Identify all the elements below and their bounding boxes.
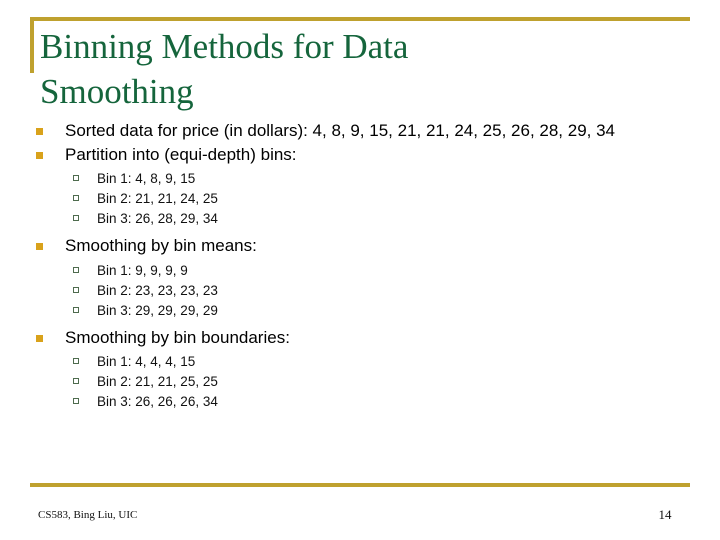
bullet-label: Smoothing by bin means: xyxy=(65,236,257,255)
slide-number: 14 xyxy=(658,507,672,522)
sub-bullet-label: Bin 3: 26, 26, 26, 34 xyxy=(97,394,218,409)
bullet-item-sorted-data: Sorted data for price (in dollars): 4, 8… xyxy=(30,120,690,143)
sub-bullet-item: Bin 1: 4, 4, 4, 15 xyxy=(65,352,690,372)
sub-bullet-list-partition: Bin 1: 4, 8, 9, 15 Bin 2: 21, 21, 24, 25… xyxy=(65,169,690,229)
sub-bullet-marker-icon xyxy=(73,378,79,384)
bullet-label: Sorted data for price (in dollars): 4, 8… xyxy=(65,121,616,140)
sub-bullet-marker-icon xyxy=(73,358,79,364)
sub-bullet-list-bin-means: Bin 1: 9, 9, 9, 9 Bin 2: 23, 23, 23, 23 … xyxy=(65,261,690,321)
sub-bullet-label: Bin 2: 21, 21, 24, 25 xyxy=(97,191,218,206)
slide-page: { "slide": { "title_line1": "Binning Met… xyxy=(0,0,720,540)
bullet-item-partition: Partition into (equi-depth) bins: Bin 1:… xyxy=(30,144,690,230)
footer-credit: CS583, Bing Liu, UIC xyxy=(38,509,138,521)
sub-bullet-label: Bin 1: 4, 4, 4, 15 xyxy=(97,354,196,369)
sub-bullet-item: Bin 3: 26, 26, 26, 34 xyxy=(65,392,690,412)
bullet-label: Partition into (equi-depth) bins: xyxy=(65,144,297,164)
sub-bullet-item: Bin 2: 21, 21, 24, 25 xyxy=(65,189,690,209)
slide-title: Binning Methods for Data Smoothing xyxy=(40,24,680,114)
sub-bullet-marker-icon xyxy=(73,266,79,273)
sub-bullet-marker-icon xyxy=(73,398,79,404)
sub-bullet-label: Bin 2: 21, 21, 25, 25 xyxy=(97,374,218,389)
sub-bullet-marker-icon xyxy=(73,286,79,293)
sub-bullet-item: Bin 1: 4, 8, 9, 15 xyxy=(65,169,690,189)
sub-bullet-list-bin-boundaries: Bin 1: 4, 4, 4, 15 Bin 2: 21, 21, 25, 25… xyxy=(65,352,690,412)
bullet-marker-icon xyxy=(36,243,43,250)
slide-title-line-2: Smoothing xyxy=(40,72,194,111)
sub-bullet-item: Bin 1: 9, 9, 9, 9 xyxy=(65,261,690,281)
bullet-marker-icon xyxy=(36,334,43,342)
sub-bullet-item: Bin 2: 21, 21, 25, 25 xyxy=(65,372,690,392)
bullet-marker-icon xyxy=(36,128,43,135)
bullet-label: Smoothing by bin boundaries: xyxy=(65,327,290,347)
sub-bullet-label: Bin 3: 26, 28, 29, 34 xyxy=(97,211,218,226)
sub-bullet-marker-icon xyxy=(73,175,79,181)
top-accent-rule xyxy=(30,17,690,21)
sub-bullet-item: Bin 3: 26, 28, 29, 34 xyxy=(65,209,690,229)
left-accent-rule xyxy=(30,17,34,73)
bullet-list: Sorted data for price (in dollars): 4, 8… xyxy=(30,120,690,412)
sub-bullet-item: Bin 2: 23, 23, 23, 23 xyxy=(65,281,690,301)
sub-bullet-item: Bin 3: 29, 29, 29, 29 xyxy=(65,301,690,321)
bullet-marker-icon xyxy=(36,151,43,159)
slide-body: Sorted data for price (in dollars): 4, 8… xyxy=(30,120,690,418)
footer-accent-rule xyxy=(30,483,690,487)
sub-bullet-label: Bin 3: 29, 29, 29, 29 xyxy=(97,302,218,318)
sub-bullet-label: Bin 2: 23, 23, 23, 23 xyxy=(97,282,218,298)
sub-bullet-marker-icon xyxy=(73,306,79,313)
sub-bullet-marker-icon xyxy=(73,215,79,221)
sub-bullet-marker-icon xyxy=(73,195,79,201)
slide-title-line-1: Binning Methods for Data xyxy=(40,27,409,66)
bullet-item-bin-means: Smoothing by bin means: Bin 1: 9, 9, 9, … xyxy=(30,235,690,321)
bullet-item-bin-boundaries: Smoothing by bin boundaries: Bin 1: 4, 4… xyxy=(30,327,690,413)
sub-bullet-label: Bin 1: 4, 8, 9, 15 xyxy=(97,171,196,186)
sub-bullet-label: Bin 1: 9, 9, 9, 9 xyxy=(97,262,188,278)
